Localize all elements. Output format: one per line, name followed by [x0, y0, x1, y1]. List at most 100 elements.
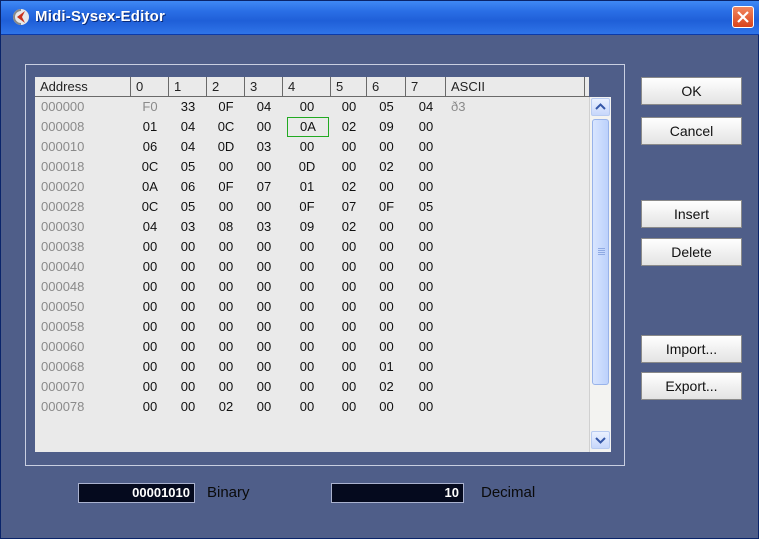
sysex-data-grid[interactable]: Address 0 1 2 3 4 5 6 7 ASCII 000000 F0 33… [35, 77, 589, 452]
byte-cell[interactable]: 01 [367, 357, 406, 377]
byte-cell[interactable]: 00 [331, 157, 367, 177]
cancel-button[interactable]: Cancel [641, 117, 742, 145]
byte-cell[interactable]: 00 [245, 237, 283, 257]
byte-cell[interactable]: 00 [283, 357, 331, 377]
byte-cell[interactable]: 09 [283, 217, 331, 237]
selected-byte-cell[interactable]: 0A [287, 117, 329, 137]
byte-cell[interactable]: 00 [406, 177, 446, 197]
byte-cell[interactable]: 00 [245, 277, 283, 297]
byte-cell[interactable]: 00 [169, 357, 207, 377]
byte-cell[interactable]: 00 [283, 337, 331, 357]
byte-cell[interactable]: 00 [367, 217, 406, 237]
byte-cell[interactable]: 00 [245, 377, 283, 397]
byte-cell[interactable]: 00 [245, 157, 283, 177]
byte-cell[interactable]: 0F [283, 197, 331, 217]
byte-cell[interactable]: 00 [283, 377, 331, 397]
byte-cell[interactable]: 02 [367, 157, 406, 177]
byte-cell[interactable]: 00 [131, 357, 169, 377]
byte-cell[interactable]: 00 [406, 157, 446, 177]
byte-cell[interactable]: 00 [245, 337, 283, 357]
byte-cell[interactable]: 33 [169, 97, 207, 117]
byte-cell[interactable]: 00 [169, 377, 207, 397]
ok-button[interactable]: OK [641, 77, 742, 105]
scroll-down-button[interactable] [591, 431, 610, 449]
byte-cell[interactable]: 05 [406, 197, 446, 217]
byte-cell[interactable]: 00 [169, 337, 207, 357]
byte-cell[interactable]: 06 [169, 177, 207, 197]
byte-cell[interactable]: 00 [207, 257, 245, 277]
byte-cell[interactable]: 00 [283, 297, 331, 317]
scroll-up-button[interactable] [591, 98, 610, 116]
byte-cell[interactable]: 00 [406, 297, 446, 317]
byte-cell[interactable]: 00 [169, 297, 207, 317]
byte-cell[interactable]: 06 [131, 137, 169, 157]
byte-cell[interactable]: 00 [367, 317, 406, 337]
byte-cell[interactable]: 00 [131, 277, 169, 297]
byte-cell[interactable]: 00 [283, 277, 331, 297]
byte-cell[interactable]: 04 [131, 217, 169, 237]
byte-cell[interactable]: 00 [207, 237, 245, 257]
byte-cell[interactable]: 02 [331, 117, 367, 137]
byte-cell[interactable]: 00 [406, 357, 446, 377]
byte-cell[interactable]: 0D [207, 137, 245, 157]
byte-cell[interactable]: 0A [131, 177, 169, 197]
byte-cell[interactable]: 00 [207, 377, 245, 397]
byte-cell[interactable]: 04 [169, 137, 207, 157]
byte-cell[interactable]: 00 [367, 337, 406, 357]
byte-cell[interactable]: 00 [367, 137, 406, 157]
byte-cell[interactable]: 00 [131, 257, 169, 277]
binary-value-field[interactable]: 00001010 [78, 483, 195, 503]
byte-cell[interactable]: 0D [283, 157, 331, 177]
byte-cell[interactable]: 00 [331, 297, 367, 317]
byte-cell[interactable]: 02 [367, 377, 406, 397]
byte-cell[interactable]: 00 [406, 337, 446, 357]
byte-cell[interactable]: 00 [406, 237, 446, 257]
byte-cell[interactable]: 00 [367, 397, 406, 417]
byte-cell[interactable]: 02 [207, 397, 245, 417]
byte-cell[interactable]: 0F [367, 197, 406, 217]
import-button[interactable]: Import... [641, 335, 742, 363]
byte-cell[interactable]: 00 [207, 357, 245, 377]
byte-cell[interactable]: 00 [331, 237, 367, 257]
byte-cell[interactable]: 02 [331, 217, 367, 237]
byte-cell[interactable]: 00 [131, 377, 169, 397]
byte-cell[interactable]: 00 [169, 397, 207, 417]
byte-cell[interactable]: 00 [245, 397, 283, 417]
insert-button[interactable]: Insert [641, 200, 742, 228]
byte-cell[interactable]: F0 [131, 97, 169, 117]
byte-cell[interactable]: 00 [131, 317, 169, 337]
byte-cell[interactable]: 00 [207, 157, 245, 177]
byte-cell[interactable]: 00 [367, 257, 406, 277]
byte-cell[interactable]: 01 [283, 177, 331, 197]
byte-cell[interactable]: 00 [406, 217, 446, 237]
byte-cell[interactable]: 00 [331, 357, 367, 377]
byte-cell[interactable]: 00 [331, 277, 367, 297]
byte-cell[interactable]: 00 [367, 297, 406, 317]
byte-cell[interactable]: 00 [331, 137, 367, 157]
byte-cell[interactable]: 00 [283, 257, 331, 277]
byte-cell[interactable]: 00 [245, 297, 283, 317]
byte-cell[interactable]: 00 [406, 137, 446, 157]
byte-cell[interactable]: 00 [245, 317, 283, 337]
delete-button[interactable]: Delete [641, 238, 742, 266]
byte-cell[interactable]: 0C [131, 197, 169, 217]
byte-cell[interactable]: 00 [406, 117, 446, 137]
byte-cell[interactable]: 00 [131, 237, 169, 257]
byte-cell[interactable]: 07 [245, 177, 283, 197]
byte-cell[interactable]: 00 [331, 337, 367, 357]
byte-cell[interactable]: 05 [169, 157, 207, 177]
byte-cell[interactable]: 04 [245, 97, 283, 117]
byte-cell[interactable]: 03 [245, 217, 283, 237]
byte-cell[interactable]: 00 [283, 97, 331, 117]
byte-cell[interactable]: 00 [331, 377, 367, 397]
byte-cell[interactable]: 00 [283, 317, 331, 337]
byte-cell[interactable]: 00 [245, 357, 283, 377]
byte-cell[interactable]: 00 [207, 297, 245, 317]
byte-cell[interactable]: 05 [367, 97, 406, 117]
byte-cell[interactable]: 00 [131, 397, 169, 417]
scroll-thumb[interactable] [592, 119, 609, 385]
byte-cell[interactable]: 00 [406, 317, 446, 337]
byte-cell[interactable]: 03 [245, 137, 283, 157]
byte-cell[interactable]: 09 [367, 117, 406, 137]
byte-cell[interactable]: 00 [331, 397, 367, 417]
